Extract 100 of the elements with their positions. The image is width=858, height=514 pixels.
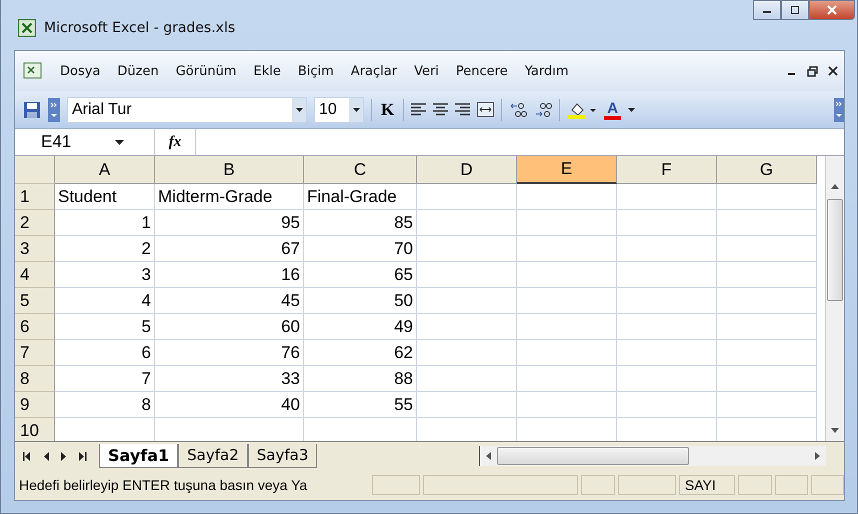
menu-item[interactable]: Ekle bbox=[253, 64, 281, 78]
close-icon bbox=[826, 4, 838, 16]
save-icon[interactable] bbox=[23, 100, 41, 118]
status-panel bbox=[774, 475, 808, 495]
status-panel bbox=[618, 475, 676, 495]
table-cell: 88 bbox=[304, 366, 417, 392]
table-cell: 85 bbox=[304, 210, 417, 236]
table-cell: 70 bbox=[304, 236, 417, 262]
status-panel bbox=[810, 475, 844, 495]
next-sheet-icon[interactable] bbox=[61, 452, 67, 460]
sheet-tab[interactable]: Sayfa1 bbox=[99, 444, 178, 468]
table-cell: 45 bbox=[155, 288, 304, 314]
vertical-scrollbar[interactable] bbox=[825, 156, 844, 441]
table-cell: 8 bbox=[55, 392, 155, 418]
status-panel bbox=[372, 475, 420, 495]
caret-icon[interactable] bbox=[628, 108, 636, 112]
close-icon[interactable] bbox=[828, 66, 838, 76]
column-header[interactable]: C bbox=[304, 156, 417, 184]
document-icon[interactable] bbox=[23, 62, 43, 80]
scroll-left-icon[interactable] bbox=[486, 452, 491, 460]
table-cell: 60 bbox=[155, 314, 304, 340]
row-header[interactable]: 6 bbox=[15, 314, 55, 340]
table-cell: Student bbox=[55, 184, 155, 210]
table-cell: 95 bbox=[155, 210, 304, 236]
table-cell: 5 bbox=[55, 314, 155, 340]
scroll-up-icon[interactable] bbox=[831, 184, 839, 189]
menu-item[interactable]: Veri bbox=[414, 64, 439, 78]
row-header[interactable]: 1 bbox=[15, 184, 55, 210]
decrease-decimal-icon[interactable] bbox=[534, 102, 552, 118]
restore-icon[interactable] bbox=[807, 66, 818, 76]
align-right-icon[interactable] bbox=[455, 103, 470, 116]
status-panel bbox=[581, 475, 614, 495]
table-cell: 49 bbox=[304, 314, 417, 340]
spreadsheet-app-icon bbox=[18, 19, 36, 37]
merge-center-icon[interactable] bbox=[477, 102, 494, 117]
column-header[interactable]: B bbox=[155, 156, 304, 184]
menu-item[interactable]: Biçim bbox=[298, 64, 334, 78]
window-title: Microsoft Excel - grades.xls bbox=[44, 20, 236, 36]
menu-item[interactable]: Araçlar bbox=[350, 64, 398, 78]
font-size-dropdown[interactable]: 10 bbox=[314, 96, 364, 122]
table-cell: 1 bbox=[55, 210, 155, 236]
table-cell: 76 bbox=[155, 340, 304, 366]
menu-item[interactable]: Yardım bbox=[524, 64, 569, 78]
row-header[interactable]: 5 bbox=[15, 288, 55, 314]
fill-color-icon[interactable] bbox=[567, 100, 598, 118]
first-sheet-icon[interactable] bbox=[23, 452, 31, 460]
increase-decimal-icon[interactable] bbox=[509, 102, 528, 118]
column-header[interactable]: F bbox=[617, 156, 717, 184]
row-header[interactable]: 10 bbox=[15, 418, 55, 441]
insert-function-button[interactable]: fx bbox=[155, 134, 195, 150]
font-dropdown[interactable]: Arial Tur bbox=[67, 96, 307, 122]
row-header[interactable]: 3 bbox=[15, 236, 55, 262]
row-header[interactable]: 7 bbox=[15, 340, 55, 366]
table-cell: 2 bbox=[55, 236, 155, 262]
bold-button[interactable]: K bbox=[379, 100, 396, 120]
previous-sheet-icon[interactable] bbox=[43, 452, 49, 460]
menu-item[interactable]: Görünüm bbox=[176, 64, 236, 78]
column-header[interactable]: D bbox=[417, 156, 517, 184]
column-header[interactable]: G bbox=[717, 156, 817, 184]
minimize-button[interactable] bbox=[753, 0, 781, 20]
table-cell: 67 bbox=[155, 236, 304, 262]
table-cell: 4 bbox=[55, 288, 155, 314]
table-cell: 7 bbox=[55, 366, 155, 392]
caret-icon[interactable] bbox=[296, 108, 302, 112]
align-center-icon[interactable] bbox=[433, 103, 448, 116]
table-cell: 16 bbox=[155, 262, 304, 288]
status-message: Hedefi belirleyip ENTER tuşuna basın veya Ya bbox=[19, 477, 308, 493]
sheet-tab[interactable]: Sayfa3 bbox=[248, 444, 318, 468]
column-header[interactable]: E bbox=[517, 156, 617, 184]
last-sheet-icon[interactable] bbox=[79, 452, 87, 460]
menu-item[interactable]: Pencere bbox=[456, 64, 508, 78]
caret-icon[interactable] bbox=[352, 108, 360, 112]
maximize-button[interactable] bbox=[781, 0, 809, 20]
row-header[interactable]: 8 bbox=[15, 366, 55, 392]
table-cell: 65 bbox=[304, 262, 417, 288]
row-header[interactable]: 2 bbox=[15, 210, 55, 236]
menu-item[interactable]: Dosya bbox=[60, 64, 100, 78]
caret-icon[interactable] bbox=[115, 140, 124, 144]
menu-item[interactable]: Düzen bbox=[117, 64, 159, 78]
close-button[interactable] bbox=[809, 0, 855, 20]
column-header[interactable]: A bbox=[55, 156, 155, 184]
scrollbar-thumb[interactable] bbox=[497, 447, 689, 465]
table-cell: Midterm-Grade bbox=[155, 184, 304, 210]
toolbar-options-icon[interactable] bbox=[834, 98, 844, 122]
table-cell: 33 bbox=[155, 366, 304, 392]
toolbar-options-icon[interactable] bbox=[48, 98, 60, 122]
sheet-tab[interactable]: Sayfa2 bbox=[178, 444, 248, 468]
scrollbar-thumb[interactable] bbox=[827, 199, 843, 301]
align-left-icon[interactable] bbox=[411, 103, 426, 116]
horizontal-scrollbar[interactable] bbox=[479, 446, 826, 466]
maximize-icon bbox=[790, 5, 800, 15]
font-color-button[interactable]: A bbox=[604, 100, 622, 120]
table-cell: 6 bbox=[55, 340, 155, 366]
scroll-down-icon[interactable] bbox=[831, 428, 839, 433]
row-header[interactable]: 4 bbox=[15, 262, 55, 288]
row-header[interactable]: 9 bbox=[15, 392, 55, 418]
table-cell: 40 bbox=[155, 392, 304, 418]
status-mode: SAYI bbox=[678, 475, 736, 495]
table-cell: Final-Grade bbox=[304, 184, 417, 210]
scroll-right-icon[interactable] bbox=[815, 452, 820, 460]
